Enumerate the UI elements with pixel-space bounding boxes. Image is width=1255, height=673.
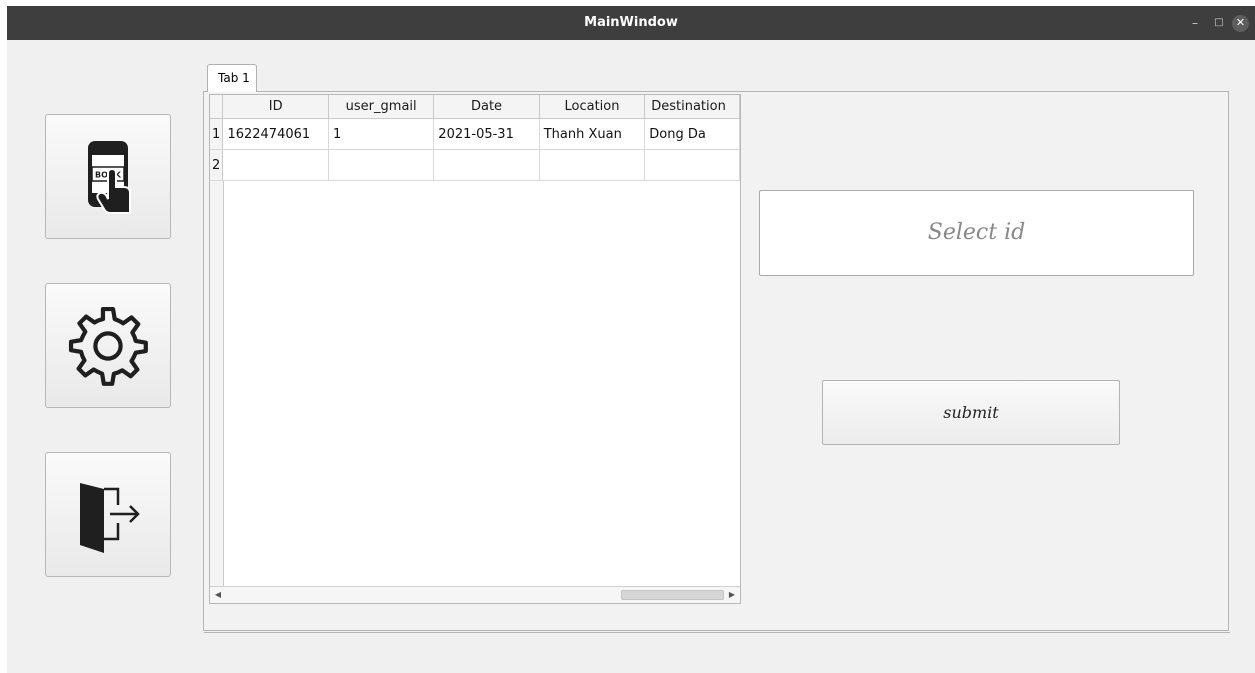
submit-button[interactable]: submit [822, 380, 1120, 445]
window-title: MainWindow [584, 15, 678, 30]
tab-pane: ID user_gmail Date Location Destination … [203, 91, 1230, 633]
column-header[interactable]: Destination [644, 95, 740, 119]
row-header[interactable]: 2 [210, 149, 224, 181]
main-window: MainWindow – □ ✕ BOOK Tab 1 [7, 6, 1255, 673]
table-cell[interactable]: 1 [328, 118, 435, 150]
column-header[interactable]: Location [539, 95, 646, 119]
scrollbar-thumb[interactable] [621, 590, 724, 600]
tab-1[interactable]: Tab 1 [207, 64, 257, 92]
exit-door-icon [80, 483, 140, 553]
column-header[interactable]: ID [222, 95, 330, 119]
table-cell[interactable] [539, 149, 646, 181]
minimize-button[interactable]: – [1187, 6, 1203, 40]
table-cell[interactable] [644, 149, 740, 181]
table-row[interactable]: 1 1622474061 1 2021-05-31 Thanh Xuan Don… [210, 118, 740, 150]
table-row[interactable]: 2 [210, 149, 740, 181]
book-phone-icon: BOOK [88, 141, 131, 214]
row-header-strip [210, 181, 224, 587]
book-button[interactable]: BOOK [45, 114, 171, 239]
select-id-field[interactable]: Select id [759, 190, 1194, 276]
column-header[interactable]: user_gmail [328, 95, 435, 119]
gear-icon [68, 306, 148, 386]
pane-divider [204, 632, 1230, 633]
table-cell[interactable] [222, 149, 330, 181]
scroll-left-icon[interactable]: ◀ [211, 587, 225, 603]
row-header[interactable]: 1 [210, 118, 224, 150]
table-header-row: ID user_gmail Date Location Destination [210, 95, 740, 119]
table-cell[interactable] [328, 149, 435, 181]
close-button[interactable]: ✕ [1232, 15, 1249, 32]
table-cell[interactable]: 2021-05-31 [433, 118, 540, 150]
table-cell[interactable]: Thanh Xuan [539, 118, 646, 150]
table-cell[interactable]: 1622474061 [222, 118, 330, 150]
scroll-right-icon[interactable]: ▶ [725, 587, 739, 603]
settings-button[interactable] [45, 283, 171, 408]
logout-button[interactable] [45, 452, 171, 577]
column-header[interactable]: Date [433, 95, 540, 119]
table-cell[interactable]: Dong Da [644, 118, 740, 150]
data-grid: ID user_gmail Date Location Destination … [210, 95, 740, 181]
horizontal-scrollbar[interactable]: ◀ ▶ [210, 586, 740, 603]
table-corner[interactable] [210, 95, 224, 119]
table-cell[interactable] [433, 149, 540, 181]
title-bar[interactable]: MainWindow – □ ✕ [7, 6, 1255, 40]
tab-widget: Tab 1 ID user_gmail Date Location Destin… [203, 60, 1230, 633]
maximize-button[interactable]: □ [1211, 6, 1227, 40]
data-table[interactable]: ID user_gmail Date Location Destination … [209, 94, 741, 604]
